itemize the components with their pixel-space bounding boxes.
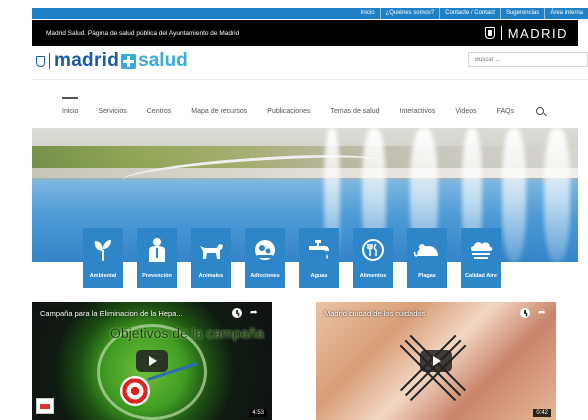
category-label: Prevención [142, 273, 172, 279]
mouse-icon [413, 236, 441, 264]
share-icon[interactable]: ➦ [538, 308, 546, 317]
site-description: Madrid Salud. Página de salud pública de… [46, 29, 240, 37]
video-thumbnail-text: Objetivos de la campaña [110, 325, 265, 341]
brand-text-madrid: madrid [54, 50, 120, 71]
watch-later-icon[interactable] [520, 308, 530, 318]
category-label: Adicciones [250, 273, 280, 279]
category-adicciones[interactable]: Adicciones [245, 228, 285, 288]
video-duration: 4:53 [249, 409, 267, 417]
nav-item-publicaciones[interactable]: Publicaciones [267, 108, 310, 115]
madrid-logo-text: MADRID [507, 25, 568, 41]
target-icon [120, 376, 150, 406]
faucet-icon [307, 236, 331, 264]
nav-item-temas-de-salud[interactable]: Temas de salud [331, 108, 380, 115]
nav-item-servicios[interactable]: Servicios [98, 108, 126, 115]
nav-item-centros[interactable]: Centros [147, 108, 172, 115]
video-title: Madrid ciudad de los cuidados [324, 309, 426, 318]
category-calidad-aire[interactable]: Calidad Aire [461, 228, 501, 288]
plate-cutlery-icon [361, 236, 385, 264]
madrid-salud-logo[interactable]: madrid salud [36, 50, 188, 72]
header-divider [32, 79, 588, 80]
nav-item-faqs[interactable]: FAQs [497, 108, 515, 115]
channel-logo [36, 398, 54, 414]
category-label: Calidad Aire [465, 273, 497, 279]
category-label: Plagas [418, 273, 436, 279]
madrid-city-logo[interactable]: MADRID [484, 25, 568, 41]
video-madrid-cuidados[interactable]: Madrid ciudad de los cuidados ➦ 0:42 [316, 302, 556, 420]
pills-icon [253, 236, 277, 264]
category-prevencion[interactable]: Prevención [137, 228, 177, 288]
category-label: Aguas [310, 273, 328, 279]
category-label: Animales [198, 273, 224, 279]
search-input[interactable] [468, 52, 588, 67]
logo-divider [500, 26, 502, 40]
main-nav: Inicio Servicios Centros Mapa de recurso… [62, 96, 545, 118]
brand-text-salud: salud [138, 50, 188, 71]
category-label: Ambiental [89, 273, 117, 279]
plus-cross-icon [121, 53, 137, 69]
top-link-sugerencias[interactable]: Sugerencias [499, 8, 544, 19]
fountain-jet [544, 128, 570, 262]
nav-item-interactivos[interactable]: Interactivos [400, 108, 436, 115]
play-button[interactable] [420, 350, 452, 372]
play-button[interactable] [136, 350, 168, 372]
dog-icon [198, 236, 224, 264]
search-icon[interactable] [536, 107, 545, 115]
top-link-contacte[interactable]: Contacte / Contact [439, 8, 500, 19]
cloud-icon [468, 236, 494, 264]
top-link-quienes-somos[interactable]: ¿Quiénes somos? [379, 8, 440, 19]
share-icon[interactable]: ➦ [250, 308, 258, 317]
top-link-inicio[interactable]: Inicio [356, 8, 380, 19]
category-aguas[interactable]: Aguas [299, 228, 339, 288]
header-band: Madrid Salud. Página de salud pública de… [32, 20, 578, 46]
crest-icon [36, 55, 45, 67]
nav-item-inicio[interactable]: Inicio [62, 96, 79, 115]
category-tiles: Ambiental Prevención Animales Adicciones… [83, 228, 501, 288]
video-hepatitis-campaign[interactable]: Objetivos de la campaña Campaña para la … [32, 302, 272, 420]
category-alimentos[interactable]: Alimentos [353, 228, 393, 288]
top-link-area-interna[interactable]: Área interna [544, 8, 588, 19]
video-duration: 0:42 [533, 409, 551, 417]
fountain-jet [502, 128, 526, 262]
category-plagas[interactable]: Plagas [407, 228, 447, 288]
nav-item-mapa-de-recursos[interactable]: Mapa de recursos [191, 108, 247, 115]
category-ambiental[interactable]: Ambiental [83, 228, 123, 288]
logo-divider [49, 53, 50, 69]
top-utility-bar: Inicio ¿Quiénes somos? Contacte / Contac… [32, 8, 588, 19]
nav-item-videos[interactable]: Videos [455, 108, 476, 115]
crest-icon [484, 27, 495, 39]
plant-icon [92, 236, 114, 264]
watch-later-icon[interactable] [232, 308, 242, 318]
video-title: Campaña para la Eliminacion de la Hepa..… [40, 309, 183, 318]
category-animales[interactable]: Animales [191, 228, 231, 288]
category-label: Alimentos [359, 273, 387, 279]
doctor-icon [147, 236, 167, 264]
